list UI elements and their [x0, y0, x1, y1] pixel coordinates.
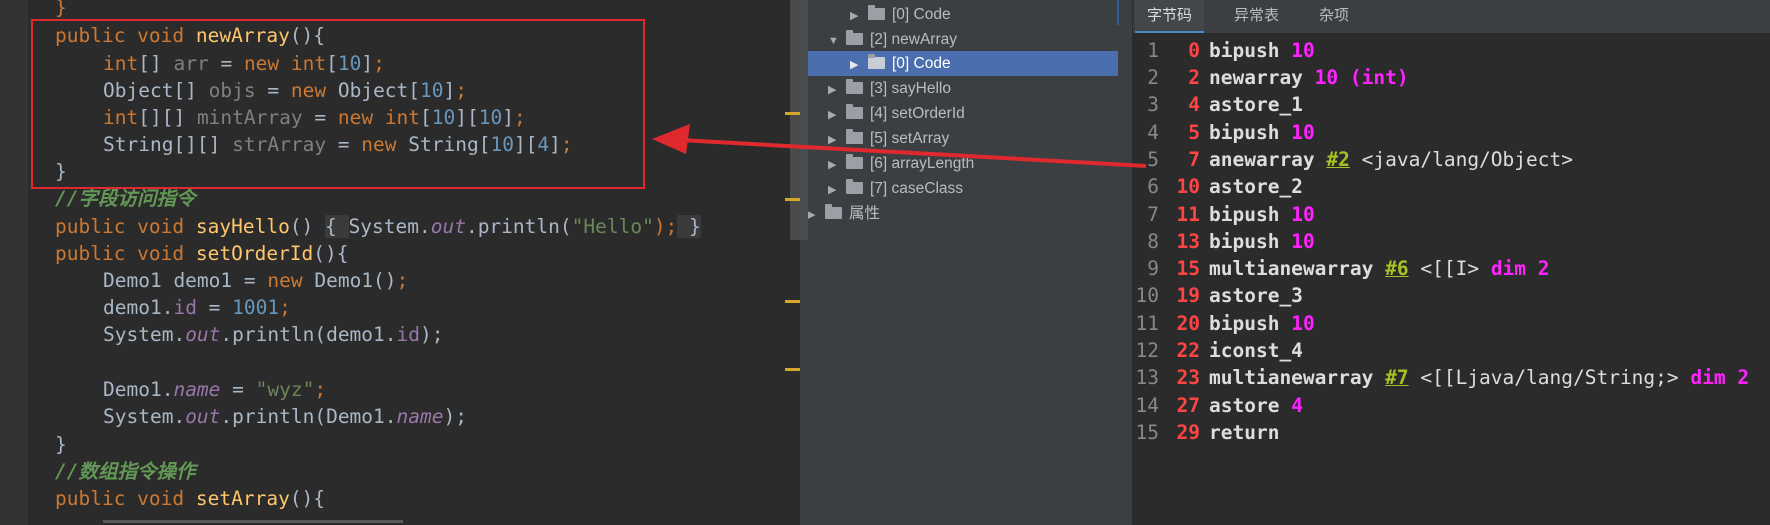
annotation-arrow	[652, 124, 1147, 168]
arrow-head	[652, 124, 690, 154]
arrow-shaft	[679, 138, 1147, 168]
